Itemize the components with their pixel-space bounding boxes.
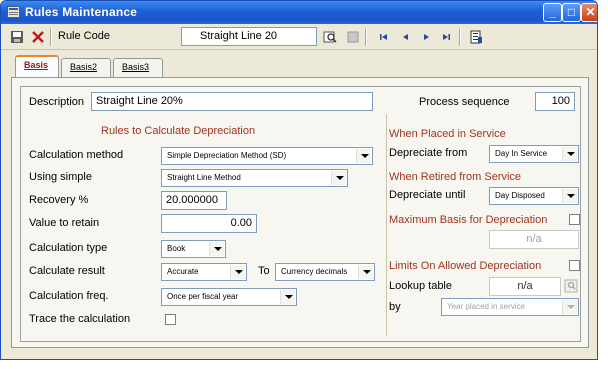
tab-basis[interactable]: Basis <box>15 55 59 78</box>
retain-label: Value to retain <box>29 217 100 229</box>
depreciate-until-label: Depreciate until <box>389 189 466 201</box>
using-simple-select[interactable]: Straight Line Method <box>161 169 348 187</box>
chevron-down-icon <box>562 300 577 314</box>
retired-from-service-title: When Retired from Service <box>389 171 522 183</box>
close-button[interactable]: ✕ <box>581 3 597 22</box>
chevron-down-icon <box>562 189 577 203</box>
description-label: Description <box>29 96 85 108</box>
recovery-label: Recovery % <box>29 194 89 206</box>
title-bar: Rules Maintenance _ □ ✕ <box>1 1 597 24</box>
to-label: To <box>258 265 270 277</box>
to-decimals-select[interactable]: Currency decimals <box>275 263 375 281</box>
depreciate-from-label: Depreciate from <box>389 147 468 159</box>
calc-freq-select[interactable]: Once per fiscal year <box>161 288 297 306</box>
toolbar-separator <box>50 28 52 46</box>
chevron-down-icon <box>209 242 224 256</box>
save-icon[interactable] <box>10 30 24 44</box>
by-label: by <box>389 301 401 313</box>
lookup-icon[interactable] <box>564 279 578 293</box>
recovery-input[interactable]: 20.000000 <box>161 191 227 210</box>
last-record-icon[interactable] <box>439 30 453 44</box>
using-simple-label: Using simple <box>29 171 92 183</box>
process-sequence-label: Process sequence <box>419 96 510 108</box>
lookup-table-input[interactable]: n/a <box>489 277 561 296</box>
limits-checkbox[interactable] <box>569 260 580 271</box>
toolbar: Rule Code Straight Line 20 <box>1 24 597 50</box>
lookup-icon[interactable] <box>323 30 337 44</box>
placed-in-service-title: When Placed in Service <box>389 128 506 140</box>
max-basis-checkbox[interactable] <box>569 214 580 225</box>
rules-form: Description Straight Line 20% Process se… <box>20 86 581 342</box>
calc-result-label: Calculate result <box>29 265 105 277</box>
column-divider <box>386 114 387 336</box>
chevron-down-icon <box>562 147 577 161</box>
limits-title: Limits On Allowed Depreciation <box>389 260 542 272</box>
report-icon[interactable] <box>469 30 483 44</box>
next-record-icon[interactable] <box>419 30 433 44</box>
max-basis-title: Maximum Basis for Depreciation <box>389 214 548 226</box>
depreciate-from-select[interactable]: Day In Service <box>489 145 579 163</box>
delete-icon[interactable] <box>31 30 45 44</box>
cap-value-input[interactable]: n/a <box>489 230 579 249</box>
calc-type-label: Calculation type <box>29 242 108 254</box>
calc-method-select[interactable]: Simple Depreciation Method (SD) <box>161 147 373 165</box>
chevron-down-icon <box>356 149 371 163</box>
trace-checkbox[interactable] <box>165 314 176 325</box>
minimize-button[interactable]: _ <box>543 3 562 22</box>
trace-label: Trace the calculation <box>29 313 131 325</box>
retain-input[interactable]: 0.00 <box>161 214 257 233</box>
rules-maintenance-window: Rules Maintenance _ □ ✕ Rule Code Straig… <box>0 0 598 360</box>
maximize-button[interactable]: □ <box>562 3 581 22</box>
process-sequence-input[interactable]: 100 <box>535 92 575 111</box>
calc-type-select[interactable]: Book <box>161 240 226 258</box>
toolbar-separator <box>365 28 367 46</box>
tab-basis2[interactable]: Basis2 <box>61 58 111 77</box>
tab-basis3[interactable]: Basis3 <box>113 58 163 77</box>
chevron-down-icon <box>280 290 295 304</box>
description-input[interactable]: Straight Line 20% <box>91 92 373 111</box>
copy-icon[interactable] <box>346 30 360 44</box>
chevron-down-icon <box>358 265 373 279</box>
calc-method-label: Calculation method <box>29 149 124 161</box>
window-title: Rules Maintenance <box>25 5 138 19</box>
depreciate-until-select[interactable]: Day Disposed <box>489 187 579 205</box>
toolbar-separator <box>459 28 461 46</box>
first-record-icon[interactable] <box>377 30 391 44</box>
chevron-down-icon <box>230 265 245 279</box>
previous-record-icon[interactable] <box>399 30 413 44</box>
rule-code-input[interactable]: Straight Line 20 <box>181 27 317 46</box>
app-icon <box>7 6 20 18</box>
calc-result-select[interactable]: Accurate <box>161 263 247 281</box>
by-select[interactable]: Year placed in service <box>441 298 579 316</box>
left-section-title: Rules to Calculate Depreciation <box>101 125 256 137</box>
basis-tab-panel: Description Straight Line 20% Process se… <box>11 77 589 348</box>
chevron-down-icon <box>331 171 346 185</box>
calc-freq-label: Calculation freq. <box>29 290 109 302</box>
rule-code-label: Rule Code <box>58 30 110 42</box>
lookup-table-label: Lookup table <box>389 280 452 292</box>
